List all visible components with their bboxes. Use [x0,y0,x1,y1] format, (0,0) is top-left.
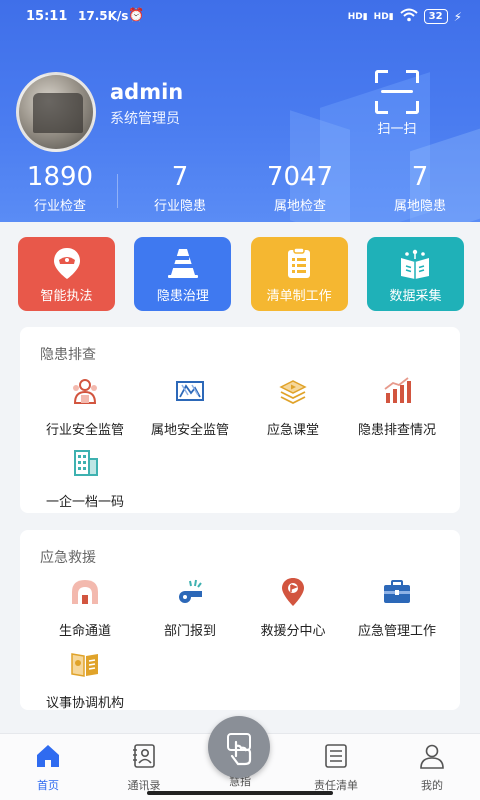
grid-item-label: 属地安全监管 [150,423,229,438]
people-group-icon [73,379,97,404]
bar-chart-icon [384,377,411,403]
touch-hand-icon [227,733,252,766]
stat-label: 行业检查 [33,199,86,214]
stat-local-hazard[interactable]: 7 属地隐患 [360,160,480,220]
alarm-icon: ⏰ [128,8,145,23]
avatar-photo [33,93,83,133]
wifi-icon [399,8,418,25]
status-icons: HD▮ HD▮ 32 ⚡ [348,8,462,25]
signal-hd-icon: HD▮ [347,11,368,22]
grid-item-label: 隐患排查情况 [357,423,436,438]
grid-item-rescue-subcenter[interactable]: 救援分中心 [238,576,348,639]
tile-label: 清单制工作 [266,289,332,304]
user-name: admin [110,80,184,104]
nav-contacts[interactable]: 通讯录 [104,742,184,793]
nav-home[interactable]: 首页 [8,742,88,793]
profile-header: 15:11 17.5K/s ⏰ HD▮ HD▮ 32 ⚡ admin 系统管理员… [0,0,480,222]
list-doc-icon [325,744,347,768]
status-bar: 15:11 17.5K/s ⏰ HD▮ HD▮ 32 ⚡ [0,0,480,34]
tile-hazard-governance[interactable]: 隐患治理 [134,237,232,311]
data-book-icon [401,249,430,279]
divider [117,174,118,208]
grid-item-label: 应急管理工作 [357,624,436,639]
grid-item-label: 议事协调机构 [45,696,124,711]
building-icon [74,450,98,476]
nav-responsibility-list[interactable]: 责任清单 [296,742,376,793]
grid-item-label: 应急课堂 [266,423,319,438]
scan-icon [375,70,419,114]
nav-mine[interactable]: 我的 [392,742,472,793]
tile-label: 智能执法 [40,289,93,304]
grid-item-coordination-agency[interactable]: 议事协调机构 [30,648,140,711]
stat-industry-inspection[interactable]: 1890 行业检查 [0,160,120,220]
tile-label: 隐患治理 [156,289,209,304]
charging-icon: ⚡ [453,9,462,24]
home-indicator [147,791,333,795]
hazard-inspection-card: 隐患排查 行业安全监管 属地安全监管 应急课堂 隐患排查情况 一企一档一码 [20,327,460,513]
whistle-icon [179,579,202,603]
signal-hd-icon: HD▮ [373,11,394,22]
police-cap-icon [53,248,80,279]
status-net-speed: 17.5K/s [78,9,129,23]
signal-hd-label: HD [347,11,363,22]
tile-smart-enforcement[interactable]: 智能执法 [18,237,115,311]
stat-value: 7 [411,162,429,192]
status-time: 15:11 [26,9,68,24]
grid-item-local-supervision[interactable]: 属地安全监管 [135,375,245,438]
tunnel-icon [72,580,98,604]
nav-label: 首页 [37,779,59,792]
grid-item-hazard-status[interactable]: 隐患排查情况 [342,375,452,438]
avatar[interactable] [16,72,96,152]
location-flag-icon [282,578,304,606]
clipboard-list-icon [288,247,311,278]
section-title: 应急救援 [40,550,96,566]
emergency-rescue-card: 应急救援 生命通道 部门报到 救援分中心 应急管理工作 议事协调机构 [20,530,460,711]
quick-tiles: 智能执法 隐患治理 清单制工作 数据采集 [18,237,464,311]
grid-item-emergency-class[interactable]: 应急课堂 [238,375,348,438]
map-frame-icon [176,381,204,401]
user-icon [420,744,444,769]
briefcase-icon [384,580,410,603]
grid-item-industry-supervision[interactable]: 行业安全监管 [30,375,140,438]
home-icon [37,745,59,767]
tile-data-collection[interactable]: 数据采集 [366,237,464,311]
open-book-icon [71,653,98,677]
grid-item-department-report[interactable]: 部门报到 [135,576,245,639]
scan-label: 扫一扫 [377,122,417,137]
grid-item-label: 行业安全监管 [45,423,124,438]
tile-checklist-work[interactable]: 清单制工作 [250,237,348,311]
nav-label: 我的 [421,779,443,792]
traffic-cone-icon [167,249,198,278]
stat-label: 属地检查 [273,199,326,214]
stat-value: 7 [171,162,189,192]
signal-hd-label: HD [373,11,389,22]
section-title: 隐患排查 [40,347,96,363]
grid-item-label: 一企一档一码 [45,495,124,510]
stat-value: 7047 [266,162,334,192]
stats-row: 1890 行业检查 7 行业隐患 7047 属地检查 7 属地隐患 [0,160,480,220]
stat-value: 1890 [26,162,94,192]
stat-industry-hazard[interactable]: 7 行业隐患 [120,160,240,220]
grid-item-emergency-management[interactable]: 应急管理工作 [342,576,452,639]
grid-item-one-enterprise-code[interactable]: 一企一档一码 [30,447,140,510]
grid-item-label: 救援分中心 [260,624,326,639]
stat-local-inspection[interactable]: 7047 属地检查 [240,160,360,220]
stat-label: 行业隐患 [153,199,206,214]
grid-item-label: 部门报到 [163,624,216,639]
battery-level: 32 [428,11,443,22]
scan-button[interactable]: 扫一扫 [365,70,429,140]
stat-label: 属地隐患 [393,199,446,214]
video-stack-icon [279,380,307,405]
battery-icon: 32 [423,9,448,24]
smart-finger-button[interactable] [208,716,270,778]
grid-item-label: 生命通道 [58,624,111,639]
user-role: 系统管理员 [110,111,180,127]
tile-label: 数据采集 [389,289,442,304]
contacts-icon [133,744,155,768]
grid-item-life-passage[interactable]: 生命通道 [30,576,140,639]
